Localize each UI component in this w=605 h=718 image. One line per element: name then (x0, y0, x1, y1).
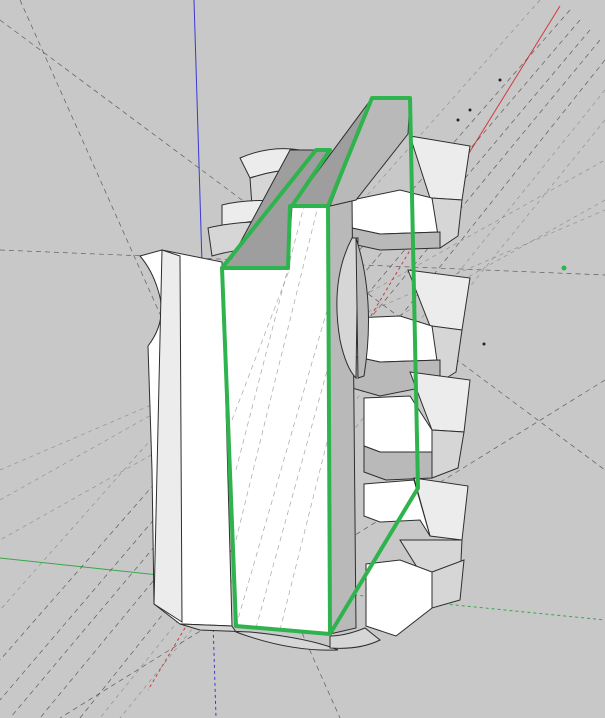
slab-hole-inner[interactable] (355, 237, 369, 379)
main-block-left-face[interactable] (139, 249, 233, 627)
selection-point-marker[interactable] (561, 265, 567, 271)
main-block-edge-face[interactable] (153, 249, 183, 623)
fin-5-front-face[interactable] (365, 559, 433, 637)
scene-canvas[interactable] (0, 0, 605, 718)
fin-1-right-face[interactable] (409, 135, 471, 201)
slab-front-face[interactable] (221, 205, 331, 635)
fin-1-front-face[interactable] (351, 189, 441, 235)
3d-modeling-viewport[interactable] (0, 0, 605, 718)
